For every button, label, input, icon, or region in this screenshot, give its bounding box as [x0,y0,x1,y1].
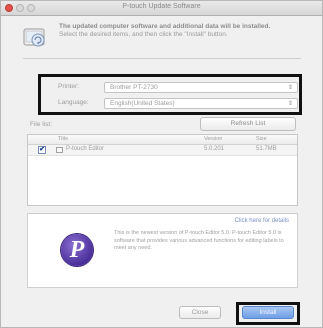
table-row[interactable]: ✔ P-touch Editor 5.0.201 51.7MB [28,145,297,156]
window-title: P-touch Update Software [122,3,201,10]
title-bar[interactable]: P-touch Update Software [1,1,322,16]
row-checkbox[interactable]: ✔ [38,146,46,154]
settings-highlight-frame [38,74,302,115]
column-size[interactable]: Size [256,136,267,142]
application-icon [56,147,63,153]
update-window: P-touch Update Software The updated comp… [0,0,323,328]
logo-letter: P [69,237,85,263]
header-text: The updated computer software and additi… [59,23,299,39]
file-list-table: Title Version Size ✔ P-touch Editor 5.0.… [27,134,298,206]
install-highlight-frame [236,302,300,325]
row-version: 5.0.201 [204,146,225,152]
column-title[interactable]: Title [58,136,68,142]
refresh-list-button[interactable]: Refresh List [200,117,296,131]
row-size: 51.7MB [256,146,277,152]
details-link[interactable]: Click here for details [235,218,289,224]
header-title: The updated computer software and additi… [59,23,271,30]
close-button[interactable]: Close [179,306,221,319]
row-title: P-touch Editor [66,146,105,152]
file-list-label: File list: [30,121,53,128]
header-instruction: Select the desired items, and then click… [59,31,228,38]
ptouch-logo-icon: P [61,234,93,266]
header-divider [23,58,301,59]
table-header: Title Version Size [28,135,297,145]
software-update-icon [23,25,47,49]
column-version[interactable]: Version [204,136,222,142]
info-description: This is the newest version of P-touch Ed… [114,230,284,251]
info-panel: Click here for details P This is the new… [27,213,298,288]
